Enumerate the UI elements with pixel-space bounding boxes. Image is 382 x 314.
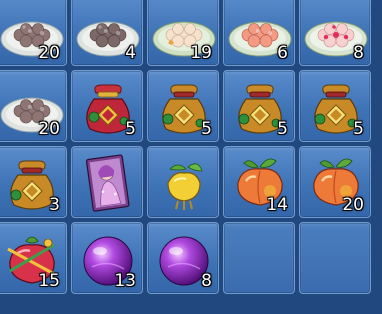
inventory-slot-19-empty[interactable] <box>223 222 295 294</box>
item-count: 5 <box>277 119 288 139</box>
inventory-grid: 20 4 19 6 8 20 5 5 5 5 3 14 20 15 13 8 <box>0 0 382 314</box>
inventory-slot-20-empty[interactable] <box>299 222 371 294</box>
item-count: 3 <box>49 195 60 215</box>
item-count: 5 <box>353 119 364 139</box>
inventory-slot-12[interactable] <box>71 146 143 218</box>
item-count: 5 <box>201 119 212 139</box>
item-count: 14 <box>266 195 288 215</box>
inventory-slot-1[interactable]: 20 <box>0 0 67 66</box>
item-count: 15 <box>38 271 60 291</box>
inventory-slot-4[interactable]: 6 <box>223 0 295 66</box>
item-count: 20 <box>38 43 60 63</box>
inventory-slot-9[interactable]: 5 <box>223 70 295 142</box>
inventory-slot-8[interactable]: 5 <box>147 70 219 142</box>
inventory-slot-6[interactable]: 20 <box>0 70 67 142</box>
inventory-slot-14[interactable]: 14 <box>223 146 295 218</box>
item-count: 13 <box>114 271 136 291</box>
inventory-slot-5[interactable]: 8 <box>299 0 371 66</box>
inventory-slot-7[interactable]: 5 <box>71 70 143 142</box>
inventory-slot-18[interactable]: 8 <box>147 222 219 294</box>
item-count: 19 <box>190 43 212 63</box>
inventory-slot-11[interactable]: 3 <box>0 146 67 218</box>
inventory-slot-10[interactable]: 5 <box>299 70 371 142</box>
inventory-slot-17[interactable]: 13 <box>71 222 143 294</box>
item-count: 6 <box>277 43 288 63</box>
item-count: 20 <box>342 195 364 215</box>
inventory-slot-2[interactable]: 4 <box>71 0 143 66</box>
item-count: 5 <box>125 119 136 139</box>
inventory-slot-15[interactable]: 20 <box>299 146 371 218</box>
golden-fruit-icon <box>167 163 203 210</box>
item-count: 8 <box>201 271 212 291</box>
item-count: 4 <box>125 43 136 63</box>
inventory-slot-3[interactable]: 19 <box>147 0 219 66</box>
inventory-slot-13[interactable] <box>147 146 219 218</box>
character-card-icon <box>85 154 130 212</box>
item-count: 20 <box>38 119 60 139</box>
item-count: 8 <box>353 43 364 63</box>
inventory-slot-16[interactable]: 15 <box>0 222 67 294</box>
